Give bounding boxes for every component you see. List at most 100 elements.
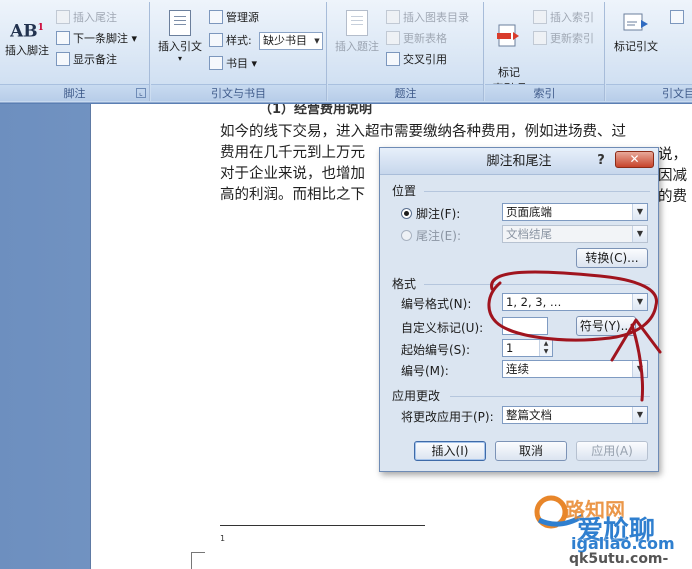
- bibliography-style-select[interactable]: 缺少书目 ▼: [259, 32, 323, 50]
- show-notes-label: 显示备注: [73, 53, 117, 66]
- bibliography-label: 书目: [226, 57, 248, 70]
- update-table-button[interactable]: 更新表格: [386, 30, 447, 48]
- insert-index-icon: [533, 10, 547, 24]
- chevron-down-icon: ▼: [632, 226, 647, 242]
- toa-group-label: 引文目: [606, 84, 692, 101]
- symbol-button[interactable]: 符号(Y)...: [576, 316, 636, 336]
- endnote-location-value: 文档结尾: [506, 227, 552, 241]
- captions-group: 插入题注 插入图表目录 更新表格 交叉引用 题注: [328, 2, 484, 101]
- mark-citation-button[interactable]: 标记引文: [608, 10, 664, 54]
- manage-sources-icon: [209, 10, 223, 24]
- start-at-spinner[interactable]: 1 ▲ ▼: [502, 339, 553, 357]
- paragraph-line-1: 如今的线下交易，进入超市需要缴纳各种费用，例如进场费、过: [220, 124, 626, 140]
- cross-reference-icon: [386, 52, 400, 66]
- apply-button[interactable]: 应用(A): [576, 441, 648, 461]
- insert-toa-icon: [670, 10, 684, 24]
- index-group: 标记 索引项 插入索引 更新索引 索引: [485, 2, 605, 101]
- show-notes-icon: [56, 52, 70, 66]
- line-tail-2: 说，: [658, 147, 687, 163]
- number-format-label: 编号格式(N):: [401, 297, 472, 311]
- update-index-label: 更新索引: [550, 32, 594, 45]
- format-divider: [424, 284, 650, 285]
- insert-endnote-label: 插入尾注: [73, 11, 117, 24]
- toa-small-icon[interactable]: [670, 9, 687, 27]
- cancel-button[interactable]: 取消: [495, 441, 567, 461]
- apply-divider: [450, 396, 650, 397]
- numbering-label: 编号(M):: [401, 364, 449, 378]
- insert-footnote-label: 插入脚注: [5, 44, 49, 57]
- chevron-down-icon: ▼: [632, 294, 647, 310]
- footnote-location-select[interactable]: 页面底端 ▼: [502, 203, 648, 221]
- start-at-value: 1: [506, 341, 514, 355]
- update-index-button[interactable]: 更新索引: [533, 30, 594, 48]
- numbering-select[interactable]: 连续 ▼: [502, 360, 648, 378]
- number-format-select[interactable]: 1, 2, 3, … ▼: [502, 293, 648, 311]
- footnote-dialog-launcher-icon[interactable]: ⌞: [136, 88, 146, 98]
- endnote-location-select[interactable]: 文档结尾 ▼: [502, 225, 648, 243]
- custom-mark-input[interactable]: [502, 317, 548, 335]
- insert-table-of-figures-label: 插入图表目录: [403, 11, 469, 24]
- apply-to-value: 整篇文档: [506, 408, 552, 422]
- footnote-separator: [220, 525, 425, 526]
- mark-entry-icon: [497, 24, 519, 47]
- custom-mark-label: 自定义标记(U):: [401, 321, 484, 335]
- line-tail-3: 因减: [658, 168, 687, 184]
- chevron-down-icon: ▼: [632, 204, 647, 220]
- insert-index-button[interactable]: 插入索引: [533, 9, 594, 27]
- watermark: 路知网 爱尬聊 igaliao.com qk5utu.com-: [529, 490, 692, 569]
- line-tail-4: 的费: [658, 189, 687, 205]
- footnotes-group-label: 脚注: [0, 84, 149, 101]
- apply-section-title: 应用更改: [392, 389, 441, 403]
- manage-sources-label: 管理源: [226, 11, 259, 24]
- insert-citation-label: 插入引文: [158, 40, 202, 53]
- insert-footnote-button[interactable]: AB1 插入脚注: [2, 16, 52, 58]
- manage-sources-button[interactable]: 管理源: [209, 9, 259, 27]
- endnote-radio[interactable]: [401, 230, 412, 241]
- chevron-down-icon: ▼: [632, 407, 647, 423]
- help-icon[interactable]: ?: [594, 152, 608, 170]
- watermark-text-4: qk5utu.com-: [569, 551, 669, 567]
- insert-citation-button[interactable]: 插入引文 ▾: [155, 10, 205, 63]
- update-table-label: 更新表格: [403, 32, 447, 45]
- index-group-label: 索引: [485, 84, 604, 101]
- insert-endnote-button[interactable]: 插入尾注: [56, 9, 117, 27]
- citations-group: 插入引文 ▾ 管理源 样式: 缺少书目 ▼ 书目 ▾ 引文与书目: [151, 2, 327, 101]
- insert-button[interactable]: 插入(I): [414, 441, 486, 461]
- spin-arrows-icon[interactable]: ▲ ▼: [539, 340, 552, 356]
- insert-table-of-figures-button[interactable]: 插入图表目录: [386, 9, 469, 27]
- ribbon: AB1 插入脚注 插入尾注 下一条脚注 ▾ 显示备注 脚注 ⌞ 插入引文 ▾ 管…: [0, 0, 692, 103]
- insert-citation-dropdown-icon: ▾: [177, 54, 182, 63]
- style-icon: [209, 33, 223, 47]
- footnote-endnote-dialog: 脚注和尾注 ? ✕ 位置 脚注(F): 页面底端 ▼ 尾注(E): 文档结尾 ▼…: [379, 147, 659, 472]
- insert-caption-label: 插入题注: [335, 40, 379, 53]
- endnote-icon: [56, 10, 70, 24]
- insert-index-label: 插入索引: [550, 11, 594, 24]
- footnote-marker: 1: [220, 534, 226, 543]
- bibliography-style-value: 缺少书目: [263, 34, 307, 47]
- format-section-title: 格式: [392, 277, 417, 291]
- footnote-radio[interactable]: [401, 208, 412, 219]
- bibliography-button[interactable]: 书目 ▾: [209, 55, 257, 73]
- footnote-location-value: 页面底端: [506, 205, 552, 219]
- dialog-titlebar[interactable]: 脚注和尾注 ? ✕: [380, 148, 658, 175]
- close-button[interactable]: ✕: [615, 151, 654, 168]
- next-footnote-button[interactable]: 下一条脚注 ▾: [56, 30, 137, 48]
- chevron-down-icon: ▼: [314, 37, 320, 45]
- footnote-radio-option[interactable]: 脚注(F):: [401, 205, 460, 222]
- chevron-down-icon: ▼: [632, 361, 647, 377]
- table-of-figures-icon: [386, 10, 400, 24]
- next-footnote-icon: [56, 31, 70, 45]
- show-notes-button[interactable]: 显示备注: [56, 51, 117, 69]
- section-heading: （1）经营费用说明: [259, 104, 373, 117]
- endnote-label: 尾注(E):: [416, 229, 461, 243]
- endnote-radio-option[interactable]: 尾注(E):: [401, 227, 461, 244]
- convert-button[interactable]: 转换(C)...: [576, 248, 648, 268]
- insert-caption-button[interactable]: 插入题注: [331, 10, 383, 54]
- next-footnote-label: 下一条脚注: [73, 32, 128, 45]
- apply-to-select[interactable]: 整篇文档 ▼: [502, 406, 648, 424]
- number-format-value: 1, 2, 3, …: [506, 295, 562, 309]
- mark-citation-icon: [623, 13, 648, 31]
- cross-reference-button[interactable]: 交叉引用: [386, 51, 447, 69]
- mark-citation-label: 标记引文: [614, 40, 658, 53]
- dialog-title: 脚注和尾注: [486, 154, 552, 169]
